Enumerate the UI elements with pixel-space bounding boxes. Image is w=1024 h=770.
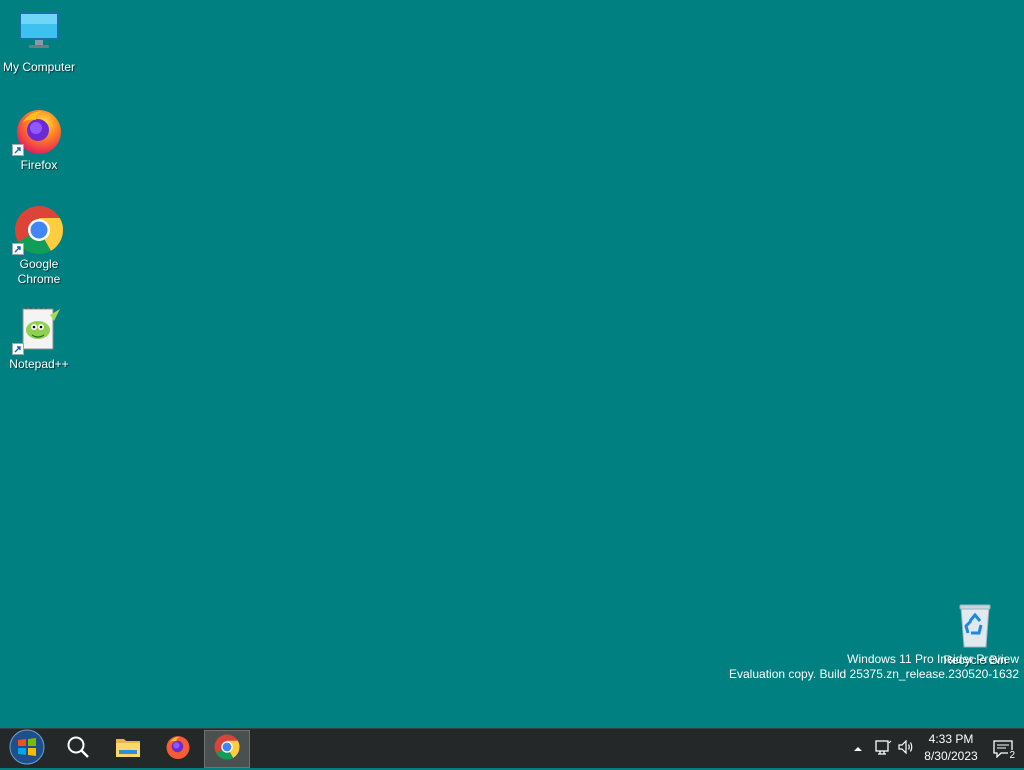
notification-count-badge: 2 — [1008, 750, 1016, 761]
network-button[interactable] — [872, 729, 894, 769]
desktop-icon-label: My Computer — [2, 60, 76, 74]
desktop[interactable]: My Computer Firefox Google Chrome Notepa… — [0, 0, 1024, 728]
firefox-icon — [165, 734, 191, 765]
taskbar-chrome[interactable] — [204, 730, 250, 768]
desktop-icon-google-chrome[interactable]: Google Chrome — [1, 205, 77, 287]
desktop-icon-label: Notepad++ — [9, 357, 69, 371]
notification-icon: 2 — [993, 740, 1016, 761]
clock-time: 4:33 PM — [928, 732, 974, 746]
speaker-icon — [898, 739, 914, 759]
monitor-icon — [14, 8, 64, 58]
start-button[interactable] — [4, 729, 50, 770]
taskbar-search-button[interactable] — [55, 730, 101, 768]
taskbar: 4:33 PM 8/30/2023 2 — [0, 728, 1024, 768]
watermark-build: Evaluation copy. Build 25375.zn_release.… — [729, 667, 1019, 681]
taskbar-clock[interactable]: 4:33 PM 8/30/2023 — [916, 731, 986, 765]
chrome-icon — [12, 205, 64, 255]
shortcut-arrow-icon — [12, 144, 24, 156]
network-icon — [874, 739, 892, 760]
show-hidden-icons-button[interactable] — [850, 729, 866, 769]
clock-date: 8/30/2023 — [924, 749, 978, 763]
volume-button[interactable] — [896, 729, 916, 769]
desktop-icon-firefox[interactable]: Firefox — [1, 106, 77, 173]
notification-center-button[interactable]: 2 — [988, 729, 1018, 769]
file-explorer-icon — [115, 735, 141, 764]
chrome-icon — [214, 734, 240, 765]
taskbar-file-explorer[interactable] — [105, 730, 151, 768]
notepadpp-icon — [12, 305, 64, 355]
shortcut-arrow-icon — [12, 243, 24, 255]
taskbar-firefox[interactable] — [155, 730, 201, 768]
search-icon — [66, 735, 90, 764]
firefox-icon — [12, 106, 64, 156]
chevron-up-icon — [853, 740, 863, 758]
desktop-icon-my-computer[interactable]: My Computer — [1, 8, 77, 75]
desktop-icon-label: Google Chrome — [17, 257, 61, 286]
shortcut-arrow-icon — [12, 343, 24, 355]
watermark-edition: Windows 11 Pro Insider Preview — [847, 652, 1019, 666]
windows-watermark: Windows 11 Pro Insider Preview Evaluatio… — [729, 652, 1019, 682]
desktop-icon-notepadpp[interactable]: Notepad++ — [1, 305, 77, 372]
start-orb-icon — [9, 729, 45, 770]
recycle-bin-icon — [950, 601, 1000, 651]
desktop-icon-label: Firefox — [20, 158, 58, 172]
